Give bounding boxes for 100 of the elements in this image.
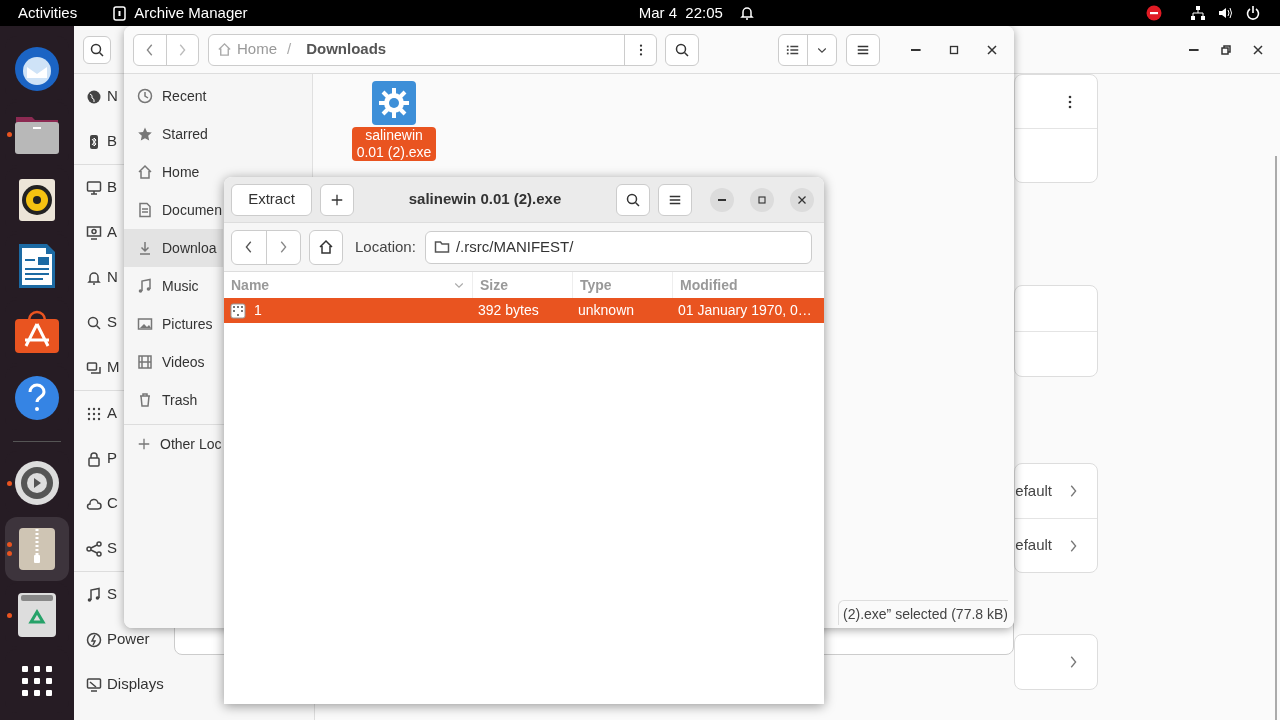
search-icon — [89, 41, 105, 58]
sidebar-item[interactable]: Pictures — [124, 305, 223, 343]
path-bar[interactable]: Home / Downloads — [208, 33, 657, 66]
sidebar-item[interactable]: Downloa — [124, 229, 223, 267]
sidebar-item[interactable]: Displays — [86, 673, 164, 696]
clock[interactable]: Mar 4 22:05 — [638, 1, 723, 25]
home-icon — [217, 42, 232, 57]
grid-icon — [86, 405, 102, 422]
file-row[interactable]: 1 392 bytes unknown 01 January 1970, 0… — [224, 298, 824, 323]
settings-row[interactable]: efault — [1015, 464, 1097, 518]
sidebar-item[interactable]: N — [86, 85, 118, 108]
monitor-icon — [86, 224, 102, 241]
window-title: salinewin 0.01 (2).exe — [407, 189, 563, 210]
film-icon — [137, 354, 153, 370]
globe-icon — [86, 88, 102, 105]
dock-item[interactable] — [5, 517, 69, 581]
app-menu[interactable]: Archive Manager — [134, 1, 248, 25]
sidebar-item[interactable]: S — [86, 537, 117, 560]
folder-icon — [433, 239, 450, 255]
gear-icon — [14, 460, 60, 506]
network-icon[interactable] — [1190, 5, 1206, 21]
sidebar-item[interactable]: Other Loc — [124, 425, 223, 463]
download-icon — [137, 240, 153, 256]
search-icon — [86, 314, 102, 331]
extract-button[interactable]: Extract — [231, 183, 312, 216]
sidebar-item[interactable]: Power — [86, 628, 150, 651]
speaker-app-icon — [18, 178, 56, 222]
sidebar-item[interactable]: B — [86, 176, 117, 199]
sidebar-item[interactable]: Home — [124, 153, 223, 191]
location-field[interactable]: /.rsrc/MANIFEST/ — [424, 230, 812, 264]
search-button[interactable] — [83, 35, 111, 64]
menu-button[interactable] — [846, 33, 880, 66]
home-icon — [318, 239, 334, 255]
volume-icon[interactable] — [1217, 5, 1233, 21]
row-value: efault — [1015, 535, 1052, 556]
home-icon — [137, 164, 153, 180]
power-icon — [86, 631, 102, 648]
no-entry-icon[interactable] — [1146, 5, 1162, 21]
minimize-icon — [1189, 48, 1199, 51]
lock-icon — [86, 450, 102, 467]
menu-button[interactable] — [658, 183, 692, 216]
sidebar-item[interactable]: B — [86, 130, 117, 153]
sidebar-item[interactable]: A — [86, 221, 117, 244]
help-icon — [14, 375, 60, 421]
sidebar-item[interactable]: N — [86, 266, 118, 289]
search-icon — [674, 41, 690, 58]
table-cell-text: 1 — [254, 301, 262, 320]
binary-file-icon — [230, 302, 246, 319]
table-cell: 01 January 1970, 0… — [678, 302, 812, 318]
sidebar-item[interactable]: S — [86, 583, 117, 606]
star-icon — [137, 126, 153, 142]
music-note-icon — [137, 278, 153, 294]
zip-archive-icon — [18, 527, 56, 571]
music-note-icon — [86, 586, 102, 603]
sidebar-item[interactable]: Recent — [124, 77, 223, 115]
picture-icon — [137, 316, 153, 332]
sidebar-item[interactable]: Music — [124, 267, 223, 305]
table-cell: unknown — [578, 302, 635, 318]
windows-icon — [86, 359, 102, 376]
minimize-button[interactable] — [710, 187, 734, 212]
sidebar-item[interactable]: Videos — [124, 343, 223, 381]
share-icon — [86, 540, 102, 557]
sidebar-item[interactable]: A — [86, 402, 117, 425]
plus-icon — [137, 437, 151, 451]
clock-icon — [137, 88, 153, 104]
monitor-icon — [86, 676, 102, 693]
sidebar-item[interactable]: Trash — [124, 381, 223, 419]
settings-file-icon[interactable] — [371, 80, 417, 126]
status-label: (2).exe” selected (77.8 kB) — [838, 600, 1008, 625]
home-button[interactable] — [309, 229, 343, 265]
path-separator: / — [287, 39, 292, 60]
maximize-icon — [756, 193, 768, 206]
power-icon[interactable] — [1245, 5, 1261, 21]
sidebar-item[interactable]: C — [86, 492, 118, 515]
plus-icon — [330, 192, 344, 207]
location-label: Location: — [355, 236, 416, 257]
trash-icon — [137, 392, 153, 408]
search-button[interactable] — [665, 33, 699, 66]
activities-button[interactable]: Activities — [18, 1, 78, 25]
document-icon — [137, 202, 153, 218]
path-segment[interactable]: Downloads — [306, 38, 387, 61]
sidebar-item[interactable]: Documen — [124, 191, 223, 229]
search-button[interactable] — [616, 183, 650, 216]
scrollbar[interactable] — [1275, 156, 1277, 720]
file-label[interactable]: salinewin 0.01 (2).exe — [352, 127, 436, 161]
recycle-bin-icon — [17, 592, 57, 638]
minimize-icon — [717, 198, 727, 201]
monitor-icon — [86, 179, 102, 196]
sidebar-item[interactable]: S — [86, 311, 117, 334]
sidebar-item[interactable]: P — [86, 447, 117, 470]
shopping-bag-icon — [14, 310, 60, 354]
bell-icon — [86, 269, 102, 286]
settings-row[interactable]: efault — [1015, 518, 1097, 572]
document-app-icon — [18, 243, 56, 289]
sidebar-item[interactable]: M — [86, 356, 120, 379]
sidebar-item[interactable]: Starred — [124, 115, 223, 153]
add-button[interactable] — [320, 183, 354, 216]
table-cell: 392 bytes — [478, 302, 539, 318]
search-icon — [625, 191, 641, 208]
row-value: efault — [1015, 480, 1052, 501]
